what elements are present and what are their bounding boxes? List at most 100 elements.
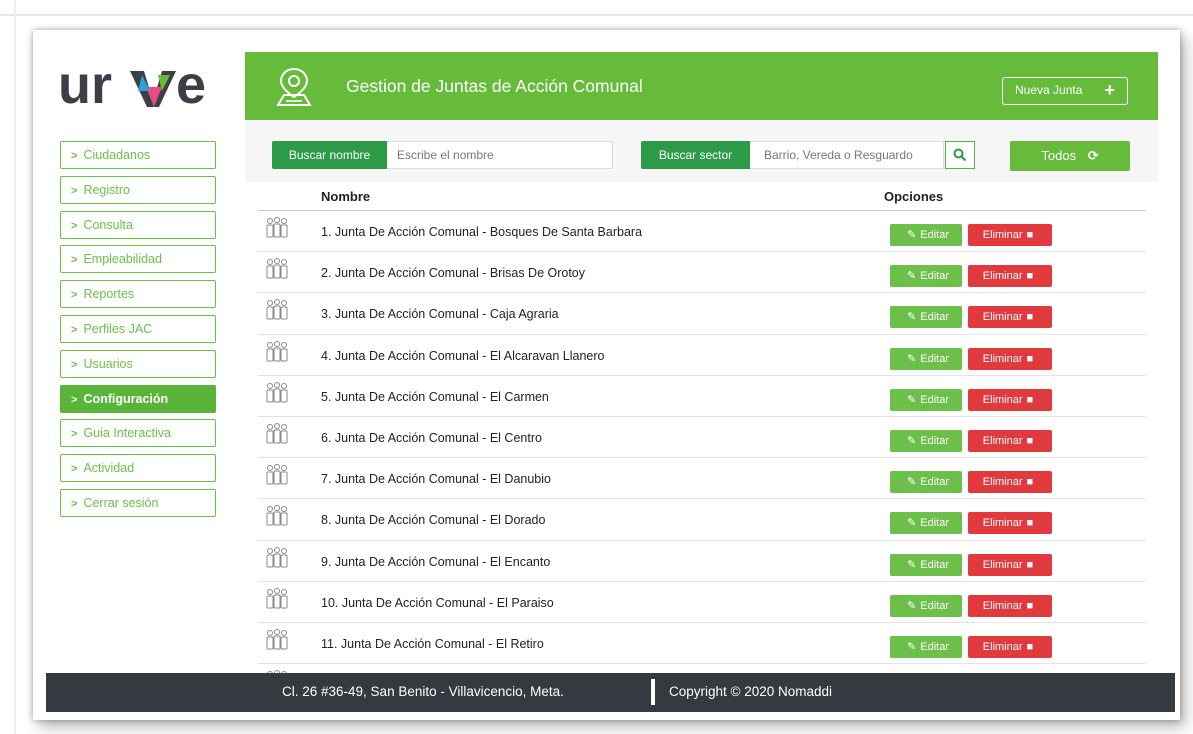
delete-button[interactable]: Eliminar ■ [968,594,1052,617]
delete-label: Eliminar [982,352,1023,365]
delete-button[interactable]: Eliminar ■ [968,553,1052,576]
left-border-line [14,0,16,734]
delete-button[interactable]: Eliminar ■ [968,224,1052,246]
delete-button[interactable]: Eliminar ■ [968,471,1052,494]
delete-button[interactable]: Eliminar ■ [968,512,1052,535]
footer: Cl. 26 #36-49, San Benito - Villavicenci… [46,673,1175,712]
delete-button[interactable]: Eliminar ■ [968,635,1052,658]
table-row: 9. Junta De Acción Comunal - El Encanto ✎… [258,541,1146,582]
name-search-input[interactable]: Escribe el nombre [387,141,613,169]
edit-label: Editar [920,229,949,241]
edit-label: Editar [920,640,949,653]
people-group-icon [264,587,290,610]
delete-label: Eliminar [982,599,1023,612]
edit-button[interactable]: ✎ Editar [890,347,962,370]
edit-button[interactable]: ✎ Editar [890,635,962,658]
new-junta-button[interactable]: Nueva Junta + [1002,77,1128,105]
trash-icon: ■ [1026,558,1034,571]
pencil-icon: ✎ [907,599,917,612]
table-row: 4. Junta De Acción Comunal - El Alcarava… [258,335,1146,376]
all-button-label: Todos [1041,148,1077,163]
table-row: 7. Junta De Acción Comunal - El Danubio ✎… [258,458,1146,500]
sidebar-item-cerrar-sesion[interactable]: > Cerrar sesión [60,488,216,517]
junta-name: 10. Junta De Acción Comunal - El Paraiso [321,595,554,610]
pencil-icon: ✎ [907,352,917,365]
svg-text:e: e [176,57,206,115]
sector-search-input[interactable]: Barrio, Vereda o Resguardo [750,141,944,169]
pencil-icon: ✎ [907,558,917,571]
sidebar-item-consulta[interactable]: > Consulta [60,210,216,239]
people-group-icon [264,505,290,527]
delete-button[interactable]: Eliminar ■ [968,265,1052,288]
trash-icon: ■ [1026,640,1034,653]
edit-button[interactable]: ✎ Editar [890,265,962,288]
chevron-right-icon: > [71,323,78,336]
edit-button[interactable]: ✎ Editar [890,388,962,411]
sidebar-item-label: Registro [83,182,130,197]
edit-label: Editar [920,599,949,612]
trash-icon: ■ [1026,434,1034,447]
table-row: 1. Junta De Acción Comunal - Bosques De … [258,211,1146,253]
sidebar-item-label: Consulta [83,217,133,232]
edit-label: Editar [920,558,949,571]
page-title: Gestion de Juntas de Acción Comunal [346,76,643,96]
delete-label: Eliminar [982,558,1023,571]
search-name-label[interactable]: Buscar nombre [272,141,387,169]
chevron-right-icon: > [71,219,78,232]
sidebar-item-ciudadanos[interactable]: > Ciudadanos [60,141,216,169]
edit-label: Editar [920,270,949,283]
sidebar-item-usuarios[interactable]: > Usuarios [60,349,216,378]
refresh-icon: ⟳ [1087,148,1099,163]
trash-icon: ■ [1026,270,1034,283]
table-row: 12. Junta De Acción Comunal - El Vergel✎… [258,664,1146,673]
sidebar-item-perfiles-jac[interactable]: > Perfiles JAC [60,314,216,343]
sidebar-item-guia-interactiva[interactable]: > Guia Interactiva [60,419,216,448]
search-sector-label[interactable]: Buscar sector [641,141,750,169]
sidebar-item-configuracion[interactable]: > Configuración [60,384,216,413]
search-button[interactable] [945,141,975,169]
edit-button[interactable]: ✎ Editar [890,594,962,617]
delete-button[interactable]: Eliminar ■ [968,429,1052,452]
junta-name: 1. Junta De Acción Comunal - Bosques De … [321,225,643,239]
all-button[interactable]: Todos ⟳ [1010,141,1130,171]
pencil-icon: ✎ [907,640,917,653]
search-bar: Buscar nombre Escribe el nombre Buscar s… [245,120,1158,182]
edit-button[interactable]: ✎ Editar [890,471,962,494]
edit-button[interactable]: ✎ Editar [890,306,962,329]
table-header: Nombre Opciones [258,183,1146,211]
table-row: 5. Junta De Acción Comunal - El Carmen ✎ E… [258,376,1146,417]
delete-button[interactable]: Eliminar ■ [968,306,1052,329]
trash-icon: ■ [1026,393,1034,406]
people-group-icon [264,628,290,651]
trash-icon: ■ [1026,352,1034,365]
people-group-icon [264,381,290,404]
sidebar-item-label: Reportes [83,287,135,302]
chevron-right-icon: > [71,393,78,406]
sidebar-item-reportes[interactable]: > Reportes [60,280,216,309]
sidebar-item-label: Configuración [83,391,169,406]
edit-label: Editar [920,517,949,530]
delete-label: Eliminar [982,393,1023,406]
delete-label: Eliminar [982,270,1023,283]
edit-button[interactable]: ✎ Editar [890,224,962,246]
sidebar-item-empleabilidad[interactable]: > Empleabilidad [60,245,216,274]
trash-icon: ■ [1026,311,1034,324]
pencil-icon: ✎ [907,434,917,447]
edit-button[interactable]: ✎ Editar [890,553,962,576]
edit-button[interactable]: ✎ Editar [890,429,962,452]
edit-button[interactable]: ✎ Editar [890,512,962,535]
trash-icon: ■ [1026,517,1034,530]
top-border-line [0,14,1193,16]
delete-button[interactable]: Eliminar ■ [968,347,1052,370]
junta-list: 1. Junta De Acción Comunal - Bosques De … [258,211,1146,673]
delete-label: Eliminar [982,476,1023,489]
trash-icon: ■ [1026,599,1034,612]
junta-name: 6. Junta De Acción Comunal - El Centro [321,430,542,445]
chevron-right-icon: > [71,463,78,476]
edit-label: Editar [920,352,949,365]
sidebar-item-registro[interactable]: > Registro [60,175,216,204]
delete-button[interactable]: Eliminar ■ [968,388,1052,411]
footer-address: Cl. 26 #36-49, San Benito - Villavicenci… [282,684,564,699]
table-row: 11. Junta De Acción Comunal - El Retiro ✎… [258,623,1146,665]
sidebar-item-actividad[interactable]: > Actividad [60,454,216,483]
